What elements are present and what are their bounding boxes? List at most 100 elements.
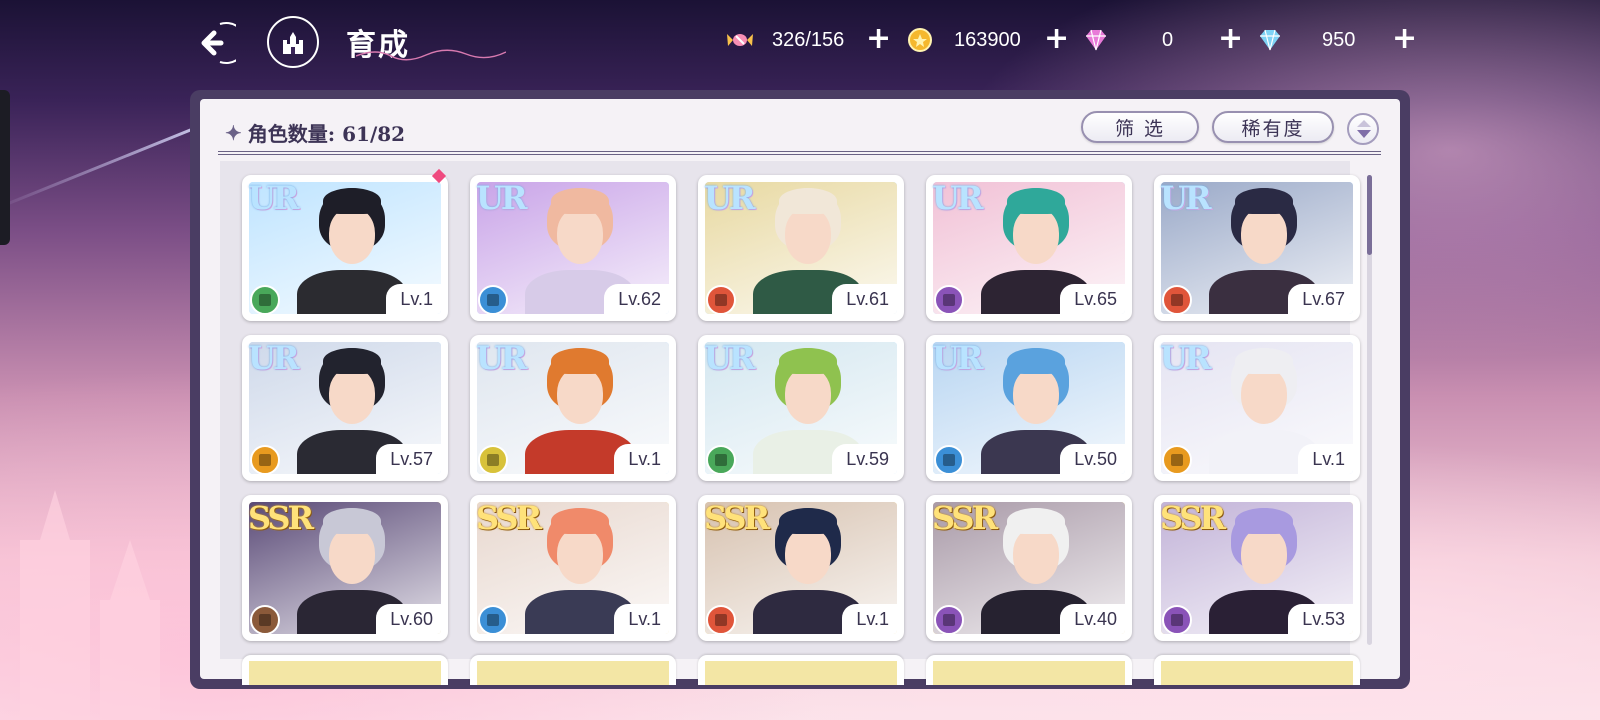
attribute-icon bbox=[478, 285, 508, 315]
character-card-partial[interactable] bbox=[242, 655, 448, 685]
gold-add-button[interactable]: + bbox=[1044, 20, 1069, 58]
resource-candy: 326/156 + bbox=[726, 21, 894, 56]
left-edge-tab[interactable] bbox=[0, 90, 10, 245]
back-button[interactable] bbox=[188, 18, 238, 68]
level-label: Lv.1 bbox=[614, 604, 669, 634]
character-card-partial[interactable] bbox=[698, 655, 904, 685]
character-card[interactable]: SSR Lv.1 bbox=[698, 495, 904, 641]
attribute-symbol-icon bbox=[487, 454, 499, 466]
attribute-icon bbox=[934, 605, 964, 635]
character-card[interactable]: UR Lv.59 bbox=[698, 335, 904, 481]
attribute-symbol-icon bbox=[259, 294, 271, 306]
attribute-symbol-icon bbox=[259, 454, 271, 466]
attribute-icon bbox=[250, 445, 280, 475]
gold-coin-icon bbox=[908, 28, 932, 52]
rarity-badge: UR bbox=[476, 339, 527, 377]
candy-icon bbox=[727, 34, 753, 46]
rarity-badge: SSR bbox=[476, 499, 542, 537]
castle-icon bbox=[283, 32, 303, 54]
background-streak bbox=[0, 120, 212, 213]
home-button[interactable] bbox=[267, 16, 319, 68]
attribute-symbol-icon bbox=[715, 614, 727, 626]
sort-up-icon bbox=[1357, 120, 1371, 127]
level-label: Lv.61 bbox=[832, 284, 897, 314]
sparkle-icon: ✦ bbox=[225, 120, 242, 145]
level-label: Lv.1 bbox=[614, 444, 669, 474]
header-divider bbox=[218, 151, 1381, 155]
rarity-badge: UR bbox=[248, 339, 299, 377]
scrollbar-thumb[interactable] bbox=[1367, 175, 1372, 255]
rarity-badge: UR bbox=[704, 179, 755, 217]
level-label: Lv.60 bbox=[376, 604, 441, 634]
character-card[interactable]: SSR Lv.40 bbox=[926, 495, 1132, 641]
filter-button[interactable]: 筛 选 bbox=[1081, 111, 1199, 143]
pink-diamond-icon bbox=[1086, 29, 1106, 51]
resource-blue-diamond: 950 + bbox=[1256, 21, 1417, 56]
rarity-badge: UR bbox=[1160, 179, 1211, 217]
level-label: Lv.67 bbox=[1288, 284, 1353, 314]
level-label: Lv.1 bbox=[386, 284, 441, 314]
rarity-sort-button[interactable]: 稀有度 bbox=[1212, 111, 1334, 143]
character-card[interactable]: UR Lv.1 bbox=[242, 168, 448, 321]
attribute-symbol-icon bbox=[1171, 454, 1183, 466]
character-card[interactable]: UR Lv.61 bbox=[698, 175, 904, 321]
level-label: Lv.62 bbox=[604, 284, 669, 314]
attribute-symbol-icon bbox=[487, 614, 499, 626]
rarity-badge: SSR bbox=[932, 499, 998, 537]
character-card[interactable]: SSR Lv.53 bbox=[1154, 495, 1360, 641]
character-count-text: 角色数量: 61/82 bbox=[247, 122, 406, 146]
attribute-symbol-icon bbox=[487, 294, 499, 306]
character-card[interactable]: UR Lv.62 bbox=[470, 175, 676, 321]
resource-gold: 163900 + bbox=[906, 21, 1069, 56]
character-card[interactable]: UR Lv.65 bbox=[926, 175, 1132, 321]
rarity-badge: UR bbox=[1160, 339, 1211, 377]
attribute-icon bbox=[250, 605, 280, 635]
attribute-symbol-icon bbox=[943, 294, 955, 306]
resource-pink-diamond: 0 + bbox=[1082, 21, 1243, 56]
character-card[interactable]: UR Lv.1 bbox=[1154, 335, 1360, 481]
sort-order-toggle[interactable] bbox=[1347, 113, 1379, 145]
rarity-badge: SSR bbox=[248, 499, 314, 537]
title-script-decoration bbox=[356, 49, 506, 61]
attribute-icon bbox=[478, 605, 508, 635]
attribute-icon bbox=[706, 445, 736, 475]
level-label: Lv.50 bbox=[1060, 444, 1125, 474]
top-bar: 育成 326/156 + 163900 + 0 + 950 + bbox=[0, 0, 1600, 82]
attribute-icon bbox=[478, 445, 508, 475]
level-label: Lv.59 bbox=[832, 444, 897, 474]
character-card[interactable]: UR Lv.50 bbox=[926, 335, 1132, 481]
blue-diamond-add-button[interactable]: + bbox=[1392, 20, 1417, 58]
sort-down-icon bbox=[1357, 130, 1371, 138]
blue-diamond-icon bbox=[1260, 29, 1280, 51]
candy-add-button[interactable]: + bbox=[866, 20, 891, 58]
attribute-icon bbox=[1162, 605, 1192, 635]
attribute-symbol-icon bbox=[943, 614, 955, 626]
level-label: Lv.53 bbox=[1288, 604, 1353, 634]
rarity-badge: UR bbox=[476, 179, 527, 217]
rarity-badge: UR bbox=[932, 339, 983, 377]
character-card[interactable]: SSR Lv.1 bbox=[470, 495, 676, 641]
attribute-icon bbox=[934, 285, 964, 315]
attribute-symbol-icon bbox=[715, 294, 727, 306]
attribute-symbol-icon bbox=[259, 614, 271, 626]
attribute-symbol-icon bbox=[1171, 614, 1183, 626]
pink-diamond-add-button[interactable]: + bbox=[1218, 20, 1243, 58]
attribute-icon bbox=[934, 445, 964, 475]
rarity-badge: UR bbox=[248, 179, 299, 217]
level-label: Lv.57 bbox=[376, 444, 441, 474]
rarity-badge: SSR bbox=[1160, 499, 1226, 537]
attribute-icon bbox=[250, 285, 280, 315]
character-count: ✦ 角色数量: 61/82 bbox=[225, 118, 405, 147]
character-card-partial[interactable] bbox=[470, 655, 676, 685]
character-card[interactable]: UR Lv.57 bbox=[242, 335, 448, 481]
character-card[interactable]: SSR Lv.60 bbox=[242, 495, 448, 641]
character-card-partial[interactable] bbox=[926, 655, 1132, 685]
pink-diamond-value: 0 bbox=[1162, 28, 1174, 51]
attribute-icon bbox=[706, 605, 736, 635]
rarity-badge: UR bbox=[704, 339, 755, 377]
gold-value: 163900 bbox=[954, 28, 1021, 51]
character-card[interactable]: UR Lv.67 bbox=[1154, 175, 1360, 321]
character-card-partial[interactable] bbox=[1154, 655, 1360, 685]
back-arrow-icon bbox=[201, 22, 236, 64]
character-card[interactable]: UR Lv.1 bbox=[470, 335, 676, 481]
